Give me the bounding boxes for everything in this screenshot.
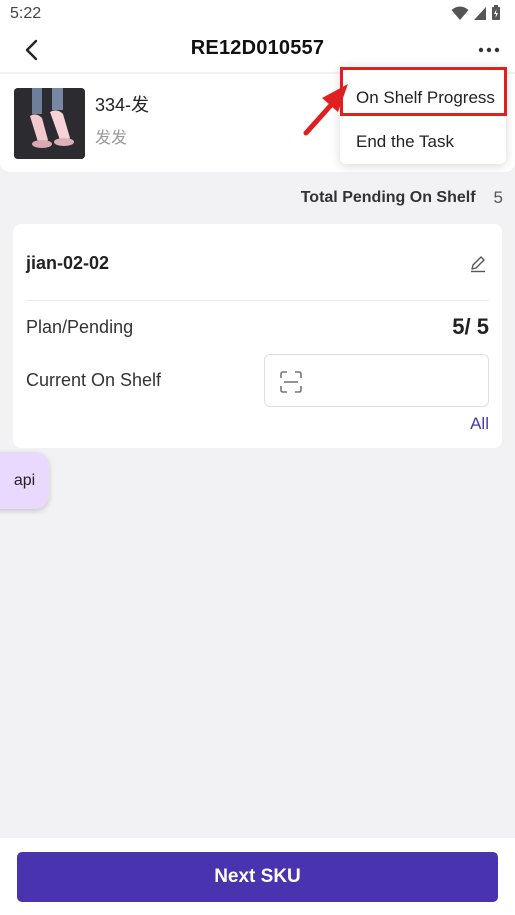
status-icons [451,5,501,21]
plan-pending-label: Plan/Pending [26,317,134,337]
current-on-shelf-label: Current On Shelf [26,370,162,390]
menu-item-on-shelf-progress[interactable]: On Shelf Progress [340,76,506,120]
product-image [14,88,85,159]
status-time: 5:22 [10,5,42,22]
next-sku-button[interactable]: Next SKU [17,852,498,902]
menu-item-end-task[interactable]: End the Task [340,120,506,164]
status-bar: 5:22 [0,0,515,28]
edit-icon [471,256,485,273]
all-link[interactable]: All [470,414,489,434]
more-options-button[interactable] [473,36,505,64]
plan-pending-value: 5/ 5 [452,314,489,339]
page-title: RE12D010557 [190,37,325,59]
wifi-icon [451,6,469,20]
total-pending-row: Total Pending On Shelf 5 [301,188,503,208]
api-floating-button[interactable]: api [0,452,49,509]
total-pending-label: Total Pending On Shelf [300,189,476,206]
product-subtitle: 发发 [95,130,128,147]
scan-icon[interactable] [279,370,303,394]
location-card: jian-02-02 Plan/Pending 5/ 5 Current On … [13,224,502,448]
total-pending-count: 5 [493,188,503,207]
bottom-bar: Next SKU [0,838,515,915]
signal-icon [474,7,486,20]
current-on-shelf-input[interactable] [264,354,489,407]
edit-location-button[interactable] [468,254,488,274]
divider [26,300,489,301]
product-name: 334-发 [95,95,150,115]
battery-icon [492,5,500,20]
location-code: jian-02-02 [26,253,110,273]
options-dropdown-menu: On Shelf Progress End the Task [340,66,506,164]
more-icon [478,47,500,53]
